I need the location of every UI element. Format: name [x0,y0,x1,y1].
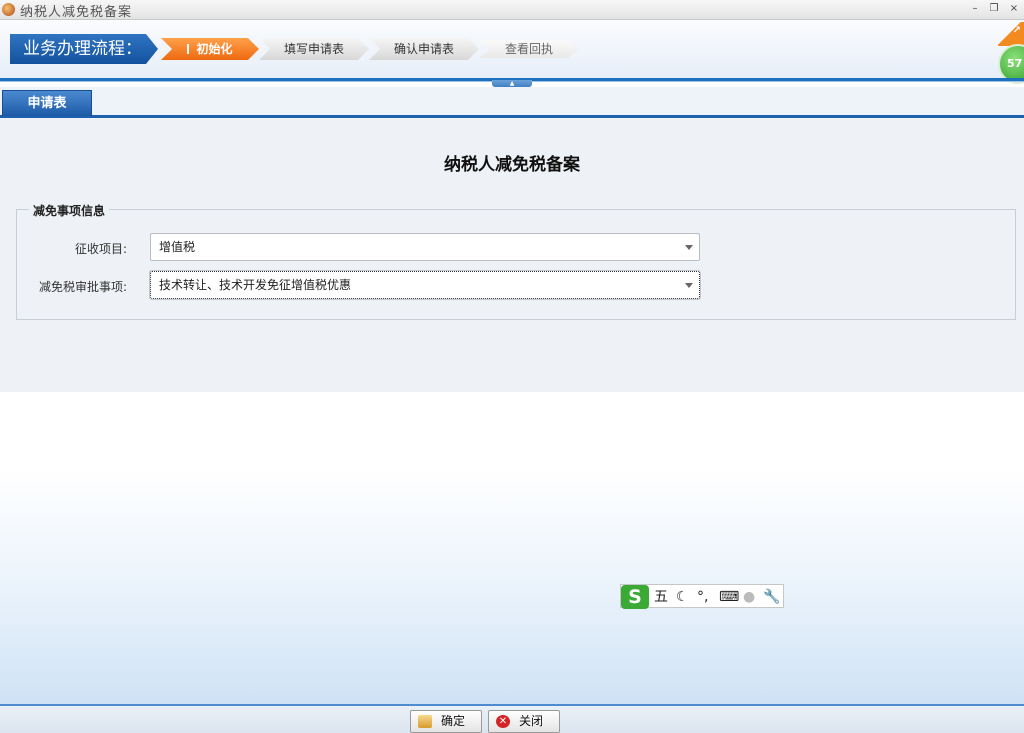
workflow-header: 业务办理流程： 初始化 填写申请表 确认申请表 查看回执 ↗ 57 [0,20,1024,84]
step-view-receipt[interactable]: 查看回执 [479,40,579,58]
step-fill-form[interactable]: 填写申请表 [259,38,369,60]
form-panel: 纳税人减免税备案 减免事项信息 征收项目: 增值税 减免税审批事项: 技术转让、… [0,118,1024,392]
ime-tool-icon[interactable]: 🔧 [763,587,780,607]
ime-logo-icon[interactable]: S [621,585,649,609]
step-confirm-form[interactable]: 确认申请表 [369,38,479,60]
restore-button[interactable]: ❐ [987,2,1001,16]
step-initialize-label: 初始化 [196,42,233,56]
section-title: 减免事项信息 [29,202,110,219]
workflow-label: 业务办理流程： [10,34,158,64]
confirm-label: 确定 [441,714,466,728]
expand-corner-icon[interactable]: ↗ [998,22,1024,46]
minimize-button[interactable]: – [968,2,982,16]
tax-item-value: 增值税 [159,240,196,254]
exemption-item-select[interactable]: 技术转让、技术开发免征增值税优惠 [149,270,701,300]
tab-application-form[interactable]: 申请表 [2,90,92,116]
form-title: 纳税人减免税备案 [444,155,580,175]
ime-toolbar[interactable]: S 五 ☾ °, ⌨ ● 🔧 [620,584,784,609]
app-logo-icon [2,3,15,16]
tab-strip: 申请表 [0,87,1024,118]
close-icon: ✕ [496,715,510,728]
confirm-icon [418,715,432,728]
chevron-down-icon[interactable] [685,245,693,250]
tax-item-select[interactable]: 增值税 [150,233,700,261]
title-bar: 纳税人减免税备案 – ❐ × [0,0,1024,20]
ime-user-icon[interactable]: ● [743,587,755,607]
close-window-button[interactable]: × [1007,2,1021,16]
tax-item-label: 征收项目: [74,242,127,256]
close-button[interactable]: ✕ 关闭 [488,710,560,733]
ime-moon-icon[interactable]: ☾ [676,587,689,607]
ime-mode-button[interactable]: 五 [654,587,668,607]
step-initialize[interactable]: 初始化 [161,38,259,60]
bottom-toolbar: 确定 ✕ 关闭 [0,704,1024,733]
exemption-item-label: 减免税审批事项: [38,280,127,294]
confirm-button[interactable]: 确定 [410,710,482,733]
exemption-info-section: 减免事项信息 征收项目: 增值税 减免税审批事项: 技术转让、技术开发免征增值税… [16,202,1016,320]
ime-keyboard-icon[interactable]: ⌨ [719,587,739,607]
active-step-marker [187,44,189,54]
content-background [0,392,1024,704]
collapse-handle-icon[interactable]: ▲ [492,80,532,87]
window-title: 纳税人减免税备案 [20,5,133,20]
ime-punctuation-icon[interactable]: °, [697,587,708,607]
close-label: 关闭 [519,714,544,728]
chevron-down-icon[interactable] [685,283,693,288]
exemption-item-value: 技术转让、技术开发免征增值税优惠 [159,278,352,292]
